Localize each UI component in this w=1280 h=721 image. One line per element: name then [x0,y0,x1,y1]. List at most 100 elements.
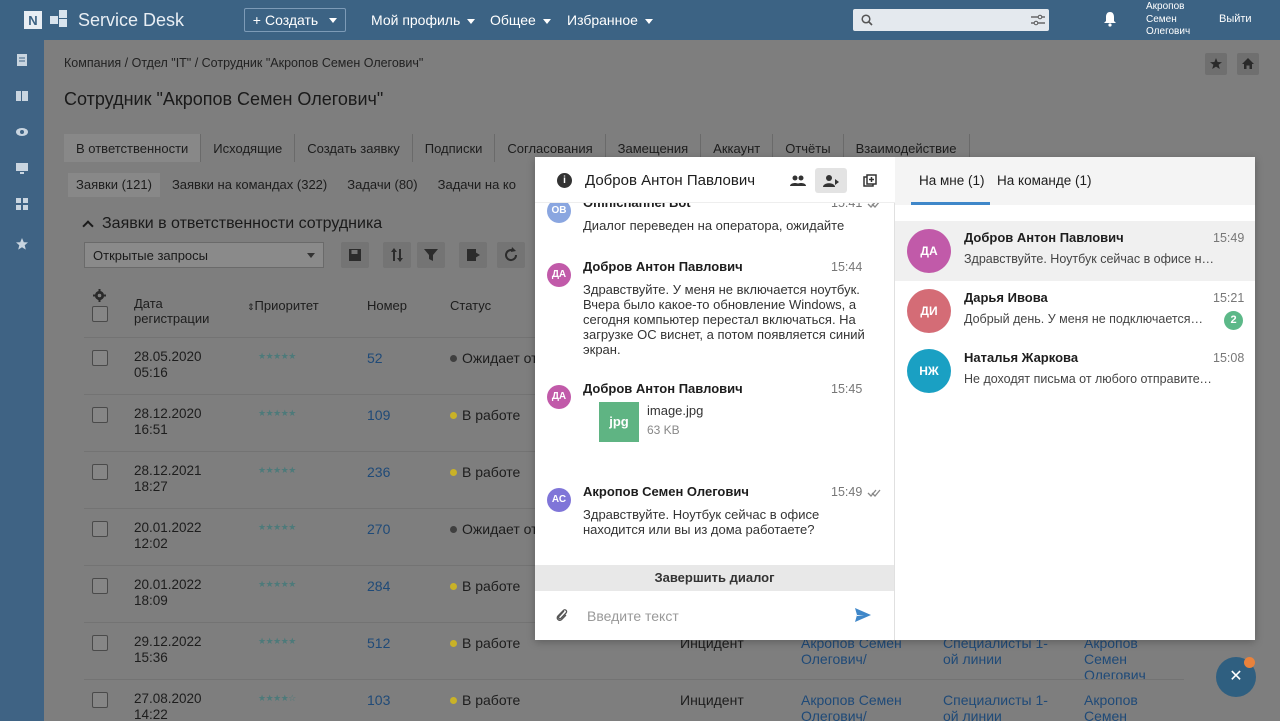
sort-icon [391,248,403,262]
message-text: Здравствуйте. Ноутбук сейчас в офисе нах… [583,507,820,537]
request-number-link[interactable]: 236 [367,464,390,480]
subtab-team-tasks[interactable]: Задачи на ко [430,173,524,197]
chevron-down-icon [644,18,653,24]
status-label: Ожидает от [462,350,538,366]
priority-stars: ★★★★★ [258,636,296,646]
create-button[interactable]: + Создать [244,8,346,32]
column-priority[interactable]: ⇕Приоритет [247,298,319,315]
row-checkbox[interactable] [92,407,108,423]
team-link[interactable]: Специалисты 1- ой линии [943,692,1048,721]
favorite-button[interactable] [1205,53,1227,75]
book-icon[interactable] [15,89,29,103]
end-dialog-button[interactable]: Завершить диалог [535,565,894,591]
sort-button[interactable] [383,242,411,268]
link-line: Специалисты 1- [943,692,1048,708]
filter-sliders-icon[interactable] [1031,14,1045,26]
row-checkbox[interactable] [92,350,108,366]
active-tab-indicator [911,202,990,205]
send-icon[interactable] [855,608,871,622]
conversation-name: Дарья Ивова [964,290,1048,305]
conversation-item[interactable]: ДИ Дарья Ивова 15:21 Добрый день. У меня не… [895,281,1255,341]
app-logo[interactable]: N Service Desk [24,9,184,31]
conversation-item[interactable]: НЖ Наталья Жаркова 15:08 Не доходят письма … [895,341,1255,401]
search-input[interactable] [853,9,1049,31]
logout-link[interactable]: Выйти [1219,13,1252,25]
row-date: 27.08.2020 14:22 [134,691,202,721]
filter-button[interactable] [417,242,445,268]
logo-mark: N [24,11,42,29]
conversation-item[interactable]: ДА Добров Антон Павлович 15:49 Здравствуйте… [895,221,1255,281]
double-check-icon [867,203,880,208]
table-row[interactable]: 27.08.2020 14:22 ★★★★☆ 103 В работе Инцидент А… [84,679,1184,721]
status-badge: В работе [450,635,520,651]
monitor-icon[interactable] [15,161,29,175]
grid-icon[interactable] [15,197,29,211]
file-size: 63 KB [647,423,680,437]
responsible-link[interactable]: Акропов СеменОлегович [1084,692,1184,721]
request-number-link[interactable]: 52 [367,350,383,366]
document-icon[interactable] [15,53,29,67]
row-checkbox[interactable] [92,635,108,651]
info-icon[interactable]: i [557,173,572,188]
tab-responsibility[interactable]: В ответственности [64,134,202,162]
tab-assigned-to-me[interactable]: На мне (1) [919,173,985,188]
request-number-link[interactable]: 284 [367,578,390,594]
request-number-link[interactable]: 103 [367,692,390,708]
paperclip-icon[interactable] [555,607,569,623]
row-checkbox[interactable] [92,692,108,708]
message-list[interactable]: OB Omnichannel Bot 15:41 Диалог переведен н… [535,203,894,565]
nav-my-profile[interactable]: Мой профиль [371,12,476,28]
row-date-line: 27.08.2020 [134,691,202,706]
tab-assigned-to-team[interactable]: На команде (1) [997,173,1091,188]
tab-outgoing[interactable]: Исходящие [201,134,296,162]
gear-icon[interactable] [93,289,106,302]
home-button[interactable] [1237,53,1259,75]
user-name[interactable]: Акропов Семен Олегович [1146,1,1190,39]
eye-icon[interactable] [15,125,29,139]
file-jpg-icon: jpg [599,402,639,442]
tab-subscriptions[interactable]: Подписки [413,134,496,162]
star-icon[interactable] [15,237,29,251]
request-number-link[interactable]: 512 [367,635,390,651]
row-checkbox[interactable] [92,464,108,480]
user-transfer-button[interactable] [815,168,847,193]
column-date[interactable]: Дата регистрации [134,296,209,326]
request-number-link[interactable]: 270 [367,521,390,537]
row-checkbox[interactable] [92,521,108,537]
responsible-link[interactable]: Акропов СеменОлегович [1084,635,1184,683]
export-button[interactable] [459,242,487,268]
bell-icon[interactable] [1103,11,1117,27]
row-date: 28.12.2021 18:27 [134,463,202,495]
save-button[interactable] [341,242,369,268]
row-checkbox[interactable] [92,578,108,594]
conversation-time: 15:21 [1213,291,1245,305]
notification-dot [1244,657,1255,668]
team-transfer-button[interactable] [782,168,814,193]
tab-create-request[interactable]: Создать заявку [295,134,413,162]
column-status[interactable]: Статус [450,298,491,313]
priority-stars: ★★★★★ [258,351,296,361]
nav-label: Мой профиль [371,12,461,28]
subtab-requests[interactable]: Заявки (121) [68,173,160,197]
nav-favorites[interactable]: Избранное [567,12,653,28]
nav-general[interactable]: Общее [490,12,551,28]
assignee-link[interactable]: Акропов Семен Олегович/ [801,692,902,721]
avatar: АС [547,488,571,512]
status-dot [450,696,457,704]
filter-select[interactable]: Открытые запросы [84,242,324,268]
select-all-checkbox[interactable] [92,306,108,322]
avatar: ДИ [907,289,951,333]
breadcrumb[interactable]: Компания / Отдел "IT" / Сотрудник "Акроп… [64,56,423,70]
subtab-tasks[interactable]: Задачи (80) [339,173,425,197]
subtab-team-requests[interactable]: Заявки на командах (322) [164,173,335,197]
avatar: ДА [907,229,951,273]
request-number-link[interactable]: 109 [367,407,390,423]
section-header[interactable]: Заявки в ответственности сотрудника [82,215,382,233]
row-date-line: 29.12.2022 [134,634,202,649]
refresh-button[interactable] [497,242,525,268]
copy-button[interactable] [854,168,886,193]
column-number[interactable]: Номер [367,298,407,313]
status-badge: Ожидает от [450,521,538,537]
row-date-line: 05:16 [134,365,168,380]
message-input[interactable]: Введите текст [535,591,894,640]
